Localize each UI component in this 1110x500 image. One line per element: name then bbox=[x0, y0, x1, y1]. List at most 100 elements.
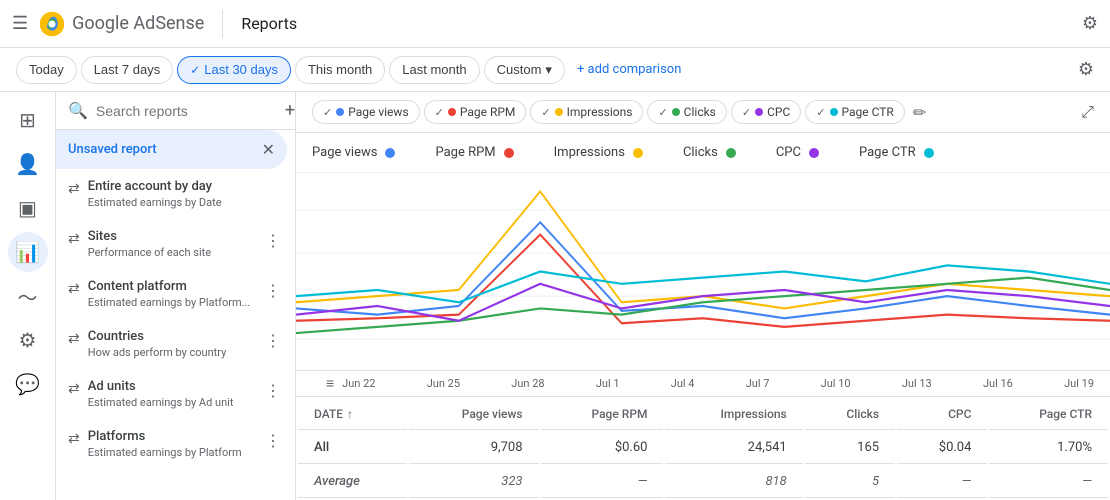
legend-pagerpm-label: Page RPM bbox=[435, 145, 495, 160]
legend-pageviews-dot bbox=[385, 148, 395, 158]
sidebar-sync-icon-5: ⇄ bbox=[68, 381, 80, 397]
chart-expand-icon[interactable]: ⤢ bbox=[1081, 102, 1094, 122]
sidebar-item-more-icon-4[interactable]: ⋮ bbox=[263, 379, 283, 402]
data-table: DATE ↑ Page views Page RPM Impressions C… bbox=[296, 396, 1110, 500]
row-avg-clicks: 5 bbox=[805, 466, 895, 498]
menu-icon[interactable]: ☰ bbox=[12, 13, 28, 34]
left-nav: ⊞ 👤 ▣ 📊 〜 ⚙ 💬 bbox=[0, 92, 56, 500]
metrics-bar: Page views Page RPM Impressions Clicks C… bbox=[296, 92, 1110, 133]
adsense-logo-icon bbox=[38, 10, 66, 38]
sidebar-sync-icon: ⇄ bbox=[68, 181, 80, 197]
th-clicks[interactable]: Clicks bbox=[805, 399, 895, 430]
th-pagectr[interactable]: Page CTR bbox=[989, 399, 1108, 430]
sidebar-item-content-platform[interactable]: ⇄ Content platform Estimated earnings by… bbox=[56, 269, 295, 319]
sidebar-item-close-icon[interactable]: ✕ bbox=[262, 140, 275, 159]
sidebar-sync-icon-6: ⇄ bbox=[68, 431, 80, 447]
nav-ads-icon[interactable]: ▣ bbox=[8, 188, 48, 228]
x-axis-filter-icon[interactable]: ≡ bbox=[326, 375, 334, 392]
th-impressions[interactable]: Impressions bbox=[665, 399, 802, 430]
nav-feedback-icon[interactable]: 💬 bbox=[8, 364, 48, 404]
search-icon: 🔍 bbox=[68, 101, 88, 120]
metric-chip-pageviews[interactable]: Page views bbox=[312, 100, 420, 124]
today-filter-button[interactable]: Today bbox=[16, 56, 77, 84]
custom-filter-button[interactable]: Custom ▾ bbox=[484, 56, 565, 84]
metric-chip-pagerpm[interactable]: Page RPM bbox=[424, 100, 527, 124]
legend-pageviews-label: Page views bbox=[312, 145, 377, 160]
x-axis-labels: Jun 22 Jun 25 Jun 28 Jul 1 Jul 4 Jul 7 J… bbox=[342, 377, 1094, 390]
legend-pageviews: Page views bbox=[312, 145, 395, 160]
sidebar-item-title: Content platform bbox=[88, 279, 255, 294]
legend-clicks-label: Clicks bbox=[683, 145, 718, 160]
sidebar-item-title: Platforms bbox=[88, 429, 255, 444]
settings-icon[interactable]: ⚙ bbox=[1082, 13, 1098, 34]
logo: Google AdSense bbox=[38, 10, 204, 38]
th-pagerpm[interactable]: Page RPM bbox=[541, 399, 664, 430]
nav-home-icon[interactable]: ⊞ bbox=[8, 100, 48, 140]
metric-chip-clicks[interactable]: Clicks bbox=[647, 100, 726, 124]
sidebar-item-more-icon[interactable]: ⋮ bbox=[263, 229, 283, 252]
nav-account-icon[interactable]: 👤 bbox=[8, 144, 48, 184]
last-month-filter-button[interactable]: Last month bbox=[389, 56, 479, 84]
sidebar-item-unsaved[interactable]: Unsaved report ✕ bbox=[56, 130, 287, 169]
sidebar-item-sites[interactable]: ⇄ Sites Performance of each site ⋮ bbox=[56, 219, 295, 269]
topbar: ☰ Google AdSense Reports ⚙ bbox=[0, 0, 1110, 48]
sidebar-item-platforms[interactable]: ⇄ Platforms Estimated earnings by Platfo… bbox=[56, 419, 295, 469]
sidebar-item-ad-units[interactable]: ⇄ Ad units Estimated earnings by Ad unit… bbox=[56, 369, 295, 419]
chart-legend: Page views Page RPM Impressions Clicks C… bbox=[296, 133, 1110, 173]
row-all-impressions: 24,541 bbox=[665, 432, 802, 464]
filterbar-settings-icon[interactable]: ⚙ bbox=[1078, 59, 1094, 80]
pagerpm-dot bbox=[448, 108, 456, 116]
row-avg-pagectr: — bbox=[989, 466, 1108, 498]
sidebar-item-countries[interactable]: ⇄ Countries How ads perform by country ⋮ bbox=[56, 319, 295, 369]
search-input[interactable] bbox=[96, 103, 277, 119]
legend-cpc: CPC bbox=[776, 145, 819, 160]
sidebar-sync-icon-2: ⇄ bbox=[68, 231, 80, 247]
metric-chip-pagectr[interactable]: Page CTR bbox=[805, 100, 905, 124]
sidebar-item-entire-account[interactable]: ⇄ Entire account by day Estimated earnin… bbox=[56, 169, 295, 219]
sidebar-item-more-icon-2[interactable]: ⋮ bbox=[263, 279, 283, 302]
sidebar-item-title: Countries bbox=[88, 329, 255, 344]
sidebar-item-title: Sites bbox=[88, 229, 255, 244]
row-avg-impressions: 818 bbox=[665, 466, 802, 498]
row-avg-pageviews: 323 bbox=[409, 466, 539, 498]
row-all-pagectr: 1.70% bbox=[989, 432, 1108, 464]
filterbar: Today Last 7 days Last 30 days This mont… bbox=[0, 48, 1110, 92]
metric-chip-impressions[interactable]: Impressions bbox=[530, 100, 643, 124]
sidebar-item-more-icon-5[interactable]: ⋮ bbox=[263, 429, 283, 452]
nav-reports-icon[interactable]: 📊 bbox=[8, 232, 48, 272]
nav-analytics-icon[interactable]: 〜 bbox=[8, 276, 48, 316]
th-pageviews[interactable]: Page views bbox=[409, 399, 539, 430]
legend-clicks: Clicks bbox=[683, 145, 736, 160]
sidebar-item-subtitle: Estimated earnings by Date bbox=[88, 196, 283, 209]
content-area: Page views Page RPM Impressions Clicks C… bbox=[296, 92, 1110, 500]
sidebar-item-subtitle: Estimated earnings by Platform bbox=[88, 446, 255, 459]
x-axis: ≡ Jun 22 Jun 25 Jun 28 Jul 1 Jul 4 Jul 7… bbox=[296, 370, 1110, 396]
metric-chip-cpc[interactable]: CPC bbox=[731, 100, 801, 124]
legend-pagectr-dot bbox=[924, 148, 934, 158]
sidebar-item-title: Entire account by day bbox=[88, 179, 283, 194]
edit-metrics-icon[interactable]: ✏ bbox=[913, 103, 926, 122]
row-avg-date: Average bbox=[298, 466, 407, 498]
sidebar-item-more-icon-3[interactable]: ⋮ bbox=[263, 329, 283, 352]
th-date[interactable]: DATE ↑ bbox=[298, 399, 407, 430]
sidebar-item-subtitle: How ads perform by country bbox=[88, 346, 255, 359]
chart-svg bbox=[296, 173, 1110, 370]
nav-settings-icon[interactable]: ⚙ bbox=[8, 320, 48, 360]
legend-pagectr-label: Page CTR bbox=[859, 145, 916, 160]
sidebar-item-subtitle: Estimated earnings by Ad unit bbox=[88, 396, 255, 409]
last7-filter-button[interactable]: Last 7 days bbox=[81, 56, 174, 84]
sidebar: 🔍 + Unsaved report ✕ ⇄ Entire account by… bbox=[56, 92, 296, 500]
th-cpc[interactable]: CPC bbox=[897, 399, 987, 430]
impressions-dot bbox=[555, 108, 563, 116]
sidebar-search-bar: 🔍 + bbox=[56, 92, 295, 130]
legend-cpc-dot bbox=[809, 148, 819, 158]
row-all-pageviews: 9,708 bbox=[409, 432, 539, 464]
add-report-icon[interactable]: + bbox=[285, 100, 295, 121]
legend-impressions-dot bbox=[633, 148, 643, 158]
legend-pagectr: Page CTR bbox=[859, 145, 934, 160]
add-comparison-button[interactable]: + add comparison bbox=[577, 62, 681, 77]
legend-impressions-label: Impressions bbox=[554, 145, 625, 160]
legend-pagerpm: Page RPM bbox=[435, 145, 513, 160]
this-month-filter-button[interactable]: This month bbox=[295, 56, 385, 84]
last30-filter-button[interactable]: Last 30 days bbox=[177, 56, 291, 84]
